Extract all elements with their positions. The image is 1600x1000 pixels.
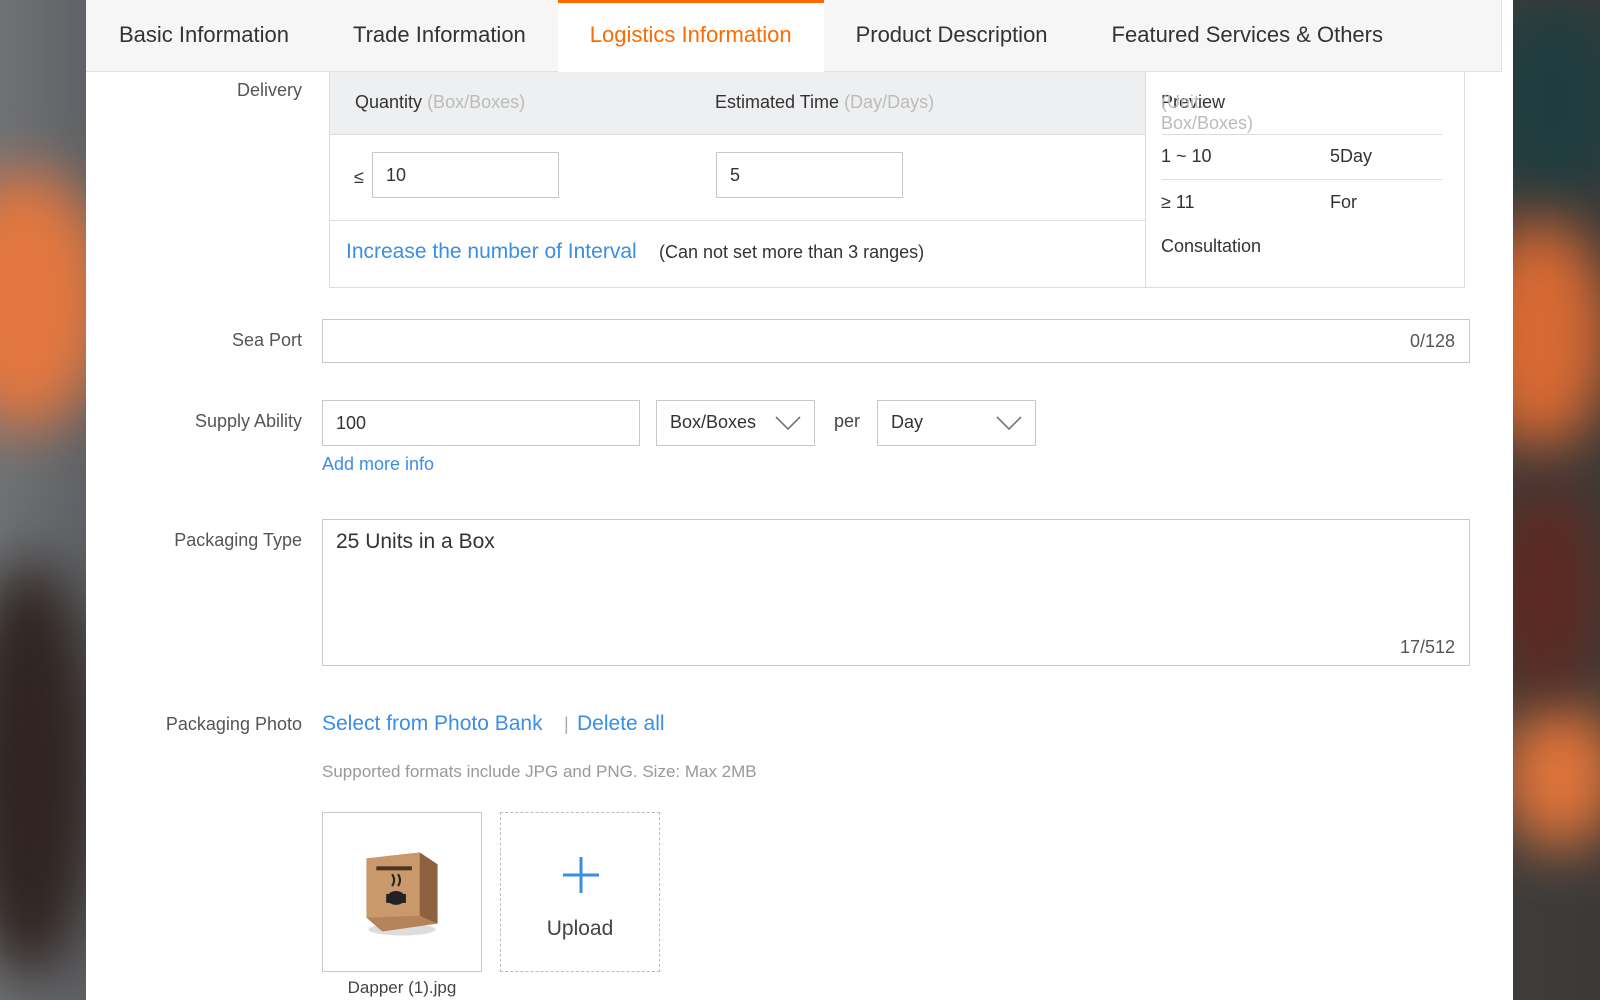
tab-basic-information[interactable]: Basic Information [86,0,321,72]
select-photo-bank-link[interactable]: Select from Photo Bank [322,712,543,736]
packaging-photo-thumbnail[interactable] [322,812,482,972]
preview-time-2-wrap: Consultation [1161,236,1262,256]
packaging-type-counter: 17/512 [1399,637,1455,657]
packaging-type-textarea[interactable]: 25 Units in a Box 17/512 [322,519,1470,666]
supply-ability-label: Supply Ability [194,411,302,431]
delivery-label: Delivery [236,80,302,100]
delivery-preview: Preview (Unit: Box/Boxes) 1 ~ 10 5Day ≥ 1… [1146,72,1464,287]
tab-logistics-information[interactable]: Logistics Information [557,0,824,72]
delivery-editor: Quantity (Box/Boxes) Estimated Time (Day… [330,72,1146,287]
delivery-footer: Increase the number of Interval (Can not… [330,221,1145,285]
upload-label: Upload [546,917,614,940]
chevron-down-icon [996,416,1022,431]
add-more-info-link[interactable]: Add more info [322,454,434,475]
interval-limit-note: (Can not set more than 3 ranges) [659,242,925,262]
per-text: per [834,411,861,431]
preview-range-1: 1 ~ 10 [1161,146,1212,166]
delivery-table: Quantity (Box/Boxes) Estimated Time (Day… [329,72,1465,288]
quantity-input[interactable]: 10 [372,152,559,198]
sea-port-counter: 0/128 [1409,331,1455,351]
chevron-down-icon [775,416,801,431]
preview-time-1: 5Day [1330,146,1373,166]
preview-range-2: ≥ 11 [1161,192,1195,212]
preview-unit: (Unit: Box/Boxes) [1161,92,1254,133]
sea-port-label: Sea Port [231,330,302,350]
supply-unit-select[interactable]: Box/Boxes [656,400,815,446]
supply-period-select[interactable]: Day [877,400,1036,446]
less-equal-symbol: ≤ [354,167,364,187]
delete-all-link[interactable]: Delete all [577,712,665,736]
supply-unit-value: Box/Boxes [670,412,757,432]
box-photo-icon [366,852,438,936]
supply-period-value: Day [891,412,924,432]
tab-featured-services[interactable]: Featured Services & Others [1080,0,1415,72]
plus-icon [563,857,599,893]
time-unit: (Day/Days) [844,92,935,112]
delivery-range-row: ≤ 10 5 [330,135,1145,221]
preview-time-2: For [1330,192,1357,212]
tab-product-description[interactable]: Product Description [824,0,1080,72]
estimated-time-header: Estimated Time (Day/Days) [715,92,935,112]
quantity-unit: (Box/Boxes) [427,92,526,112]
estimated-time-input[interactable]: 5 [716,152,903,198]
supply-ability-input[interactable]: 100 [322,400,640,446]
quantity-header: Quantity (Box/Boxes) [355,92,526,112]
photo-format-hint: Supported formats include JPG and PNG. S… [322,762,757,781]
photo-filename: Dapper (1).jpg [347,978,457,997]
packaging-type-label: Packaging Type [174,530,302,550]
increase-interval-link[interactable]: Increase the number of Interval [346,240,637,264]
logistics-form-panel: Basic Information Trade Information Logi… [86,0,1513,1000]
tab-trade-information[interactable]: Trade Information [321,0,558,72]
link-separator: | [564,714,569,734]
sea-port-input[interactable]: 0/128 [322,319,1470,363]
tab-bar: Basic Information Trade Information Logi… [86,0,1502,72]
upload-button[interactable]: Upload [500,812,660,972]
delivery-table-header: Quantity (Box/Boxes) Estimated Time (Day… [330,72,1145,135]
packaging-photo-label: Packaging Photo [165,714,302,734]
